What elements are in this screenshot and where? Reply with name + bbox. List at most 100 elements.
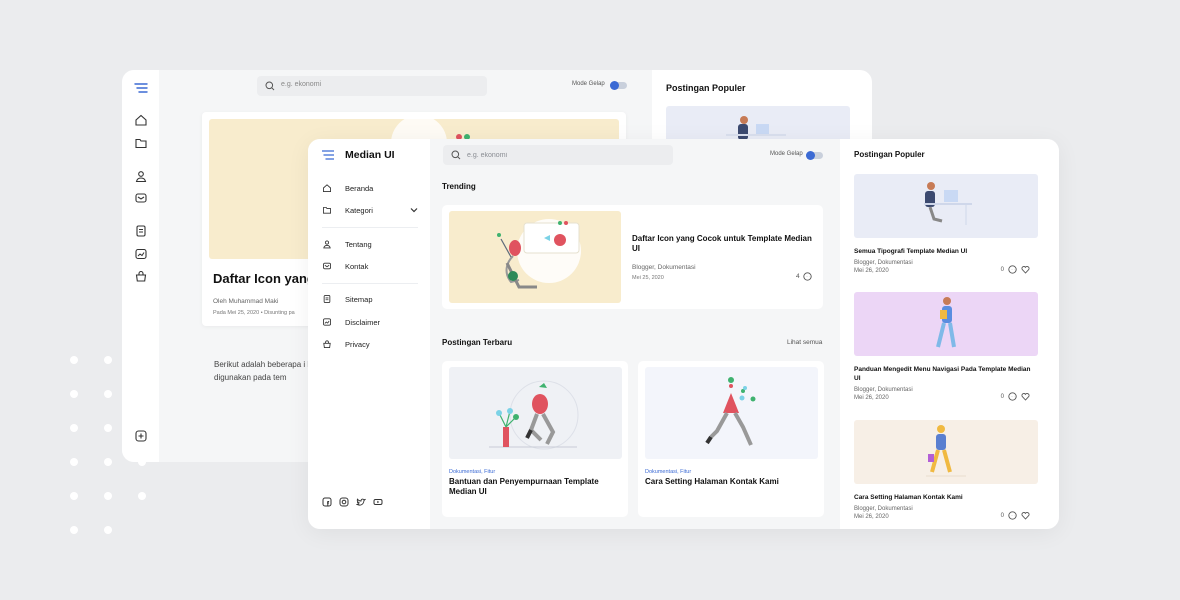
comment-icon[interactable] [1008,265,1017,274]
trending-heading: Trending [442,182,476,191]
social-links [322,497,383,507]
comment-count: 0 [1000,512,1004,519]
trending-categories[interactable]: Blogger, Dokumentasi [632,264,696,271]
document-icon [323,295,331,303]
post-actions: 0 [1001,265,1030,274]
comment-icon[interactable] [1008,511,1017,520]
post-actions: 0 [1001,392,1030,401]
latest-post-card[interactable]: Dokumentasi, Fitur Bantuan dan Penyempur… [442,361,628,517]
nav-item-sitemap[interactable]: Sitemap [322,292,418,306]
search-placeholder: e.g. ekonomi [281,81,322,88]
menu-icon[interactable] [134,81,148,95]
chart-icon[interactable] [134,247,148,261]
nav-item-label: Kontak [345,261,369,271]
mail-icon [323,262,331,270]
plus-icon[interactable] [134,429,148,443]
post-category[interactable]: Dokumentasi, Fitur [449,469,495,475]
post-actions: 0 [1001,511,1030,520]
chart-icon [323,318,331,326]
popular-post[interactable]: Semua Tipografi Template Median UI Blogg… [854,174,1038,274]
nav-item-disclaimer[interactable]: Disclaimer [322,315,418,329]
nav-item-tentang[interactable]: Tentang [322,237,418,251]
front-window: Median UI Beranda Kategori Tentang Konta… [308,139,1059,529]
post-title[interactable]: Cara Setting Halaman Kontak Kami [645,477,815,487]
nav-item-label: Privacy [345,339,370,349]
youtube-icon[interactable] [373,497,383,507]
post-category[interactable]: Dokumentasi, Fitur [645,469,691,475]
instagram-icon[interactable] [339,497,349,507]
post-image [449,367,622,459]
folder-icon [323,207,331,214]
search-input[interactable] [443,145,673,165]
search-icon [451,150,461,160]
nav-item-beranda[interactable]: Beranda [322,181,418,195]
home-icon [323,184,331,192]
comment-count: 0 [1000,393,1004,400]
nav-item-kategori[interactable]: Kategori [322,203,418,217]
popular-image [854,420,1038,484]
chevron-down-icon[interactable] [410,206,418,214]
popular-date: Mei 26, 2020 [854,514,889,520]
heart-icon[interactable] [1021,392,1030,401]
mail-icon[interactable] [134,191,148,205]
bag-icon[interactable] [134,269,148,283]
dark-mode-toggle[interactable] [806,151,823,160]
latest-heading: Postingan Terbaru [442,338,513,347]
nav-item-label: Tentang [345,239,372,249]
nav-item-label: Disclaimer [345,317,381,327]
user-icon [323,240,331,249]
search-input[interactable]: e.g. ekonomi [257,76,487,96]
popular-meta: Mei 26, 2020 0 [854,511,1038,520]
home-icon[interactable] [134,113,148,127]
popular-title[interactable]: Panduan Mengedit Menu Navigasi Pada Temp… [854,365,1038,383]
popular-date: Mei 26, 2020 [854,268,889,274]
popular-image [854,292,1038,356]
comment-icon [802,272,812,281]
sidebar: Median UI Beranda Kategori Tentang Konta… [308,139,430,529]
search-field[interactable] [467,145,667,165]
trending-card[interactable]: Daftar Icon yang Cocok untuk Template Me… [442,205,823,309]
nav-item-label: Kategori [345,205,373,215]
popular-post[interactable]: Cara Setting Halaman Kontak Kami Blogger… [854,420,1038,520]
popular-post[interactable]: Panduan Mengedit Menu Navigasi Pada Temp… [854,292,1038,401]
featured-meta: Pada Mei 25, 2020 • Disunting pa [213,310,295,316]
user-icon[interactable] [134,169,148,183]
trending-image [449,211,621,303]
trending-date: Mei 25, 2020 [632,275,664,281]
search-icon [265,81,275,91]
popular-date: Mei 26, 2020 [854,395,889,401]
popular-title[interactable]: Cara Setting Halaman Kontak Kami [854,493,1038,502]
comment-count: 0 [1000,266,1004,273]
popular-heading: Postingan Populer [854,150,925,159]
nav-item-privacy[interactable]: Privacy [322,337,418,351]
popular-meta: Mei 26, 2020 0 [854,392,1038,401]
menu-icon[interactable] [322,150,334,160]
trending-comments[interactable]: 4 [796,272,812,281]
heart-icon[interactable] [1021,511,1030,520]
document-icon[interactable] [134,224,148,238]
heart-icon[interactable] [1021,265,1030,274]
twitter-icon[interactable] [356,497,366,507]
see-all-link[interactable]: Lihat semua [787,339,822,346]
popular-panel: Postingan Populer Semua Tipografi Templa… [840,139,1059,529]
comment-count: 4 [796,273,800,280]
dark-mode-toggle[interactable] [610,81,627,90]
nav-divider [322,227,418,228]
mode-label: Mode Gelap [770,151,803,157]
featured-author: Oleh Muhammad Maki [213,298,279,305]
post-title[interactable]: Bantuan dan Penyempurnaan Template Media… [449,477,619,497]
latest-post-card[interactable]: Dokumentasi, Fitur Cara Setting Halaman … [638,361,824,517]
popular-meta: Mei 26, 2020 0 [854,265,1038,274]
nav-item-label: Sitemap [345,294,373,304]
mode-label: Mode Gelap [572,81,605,87]
nav-divider [322,283,418,284]
nav-item-kontak[interactable]: Kontak [322,259,418,273]
comment-icon[interactable] [1008,392,1017,401]
bag-icon [323,340,331,348]
trending-title[interactable]: Daftar Icon yang Cocok untuk Template Me… [632,234,812,254]
facebook-icon[interactable] [322,497,332,507]
folder-icon[interactable] [134,136,148,150]
popular-image [854,174,1038,238]
popular-title: Postingan Populer [666,83,746,93]
popular-title[interactable]: Semua Tipografi Template Median UI [854,247,1038,256]
